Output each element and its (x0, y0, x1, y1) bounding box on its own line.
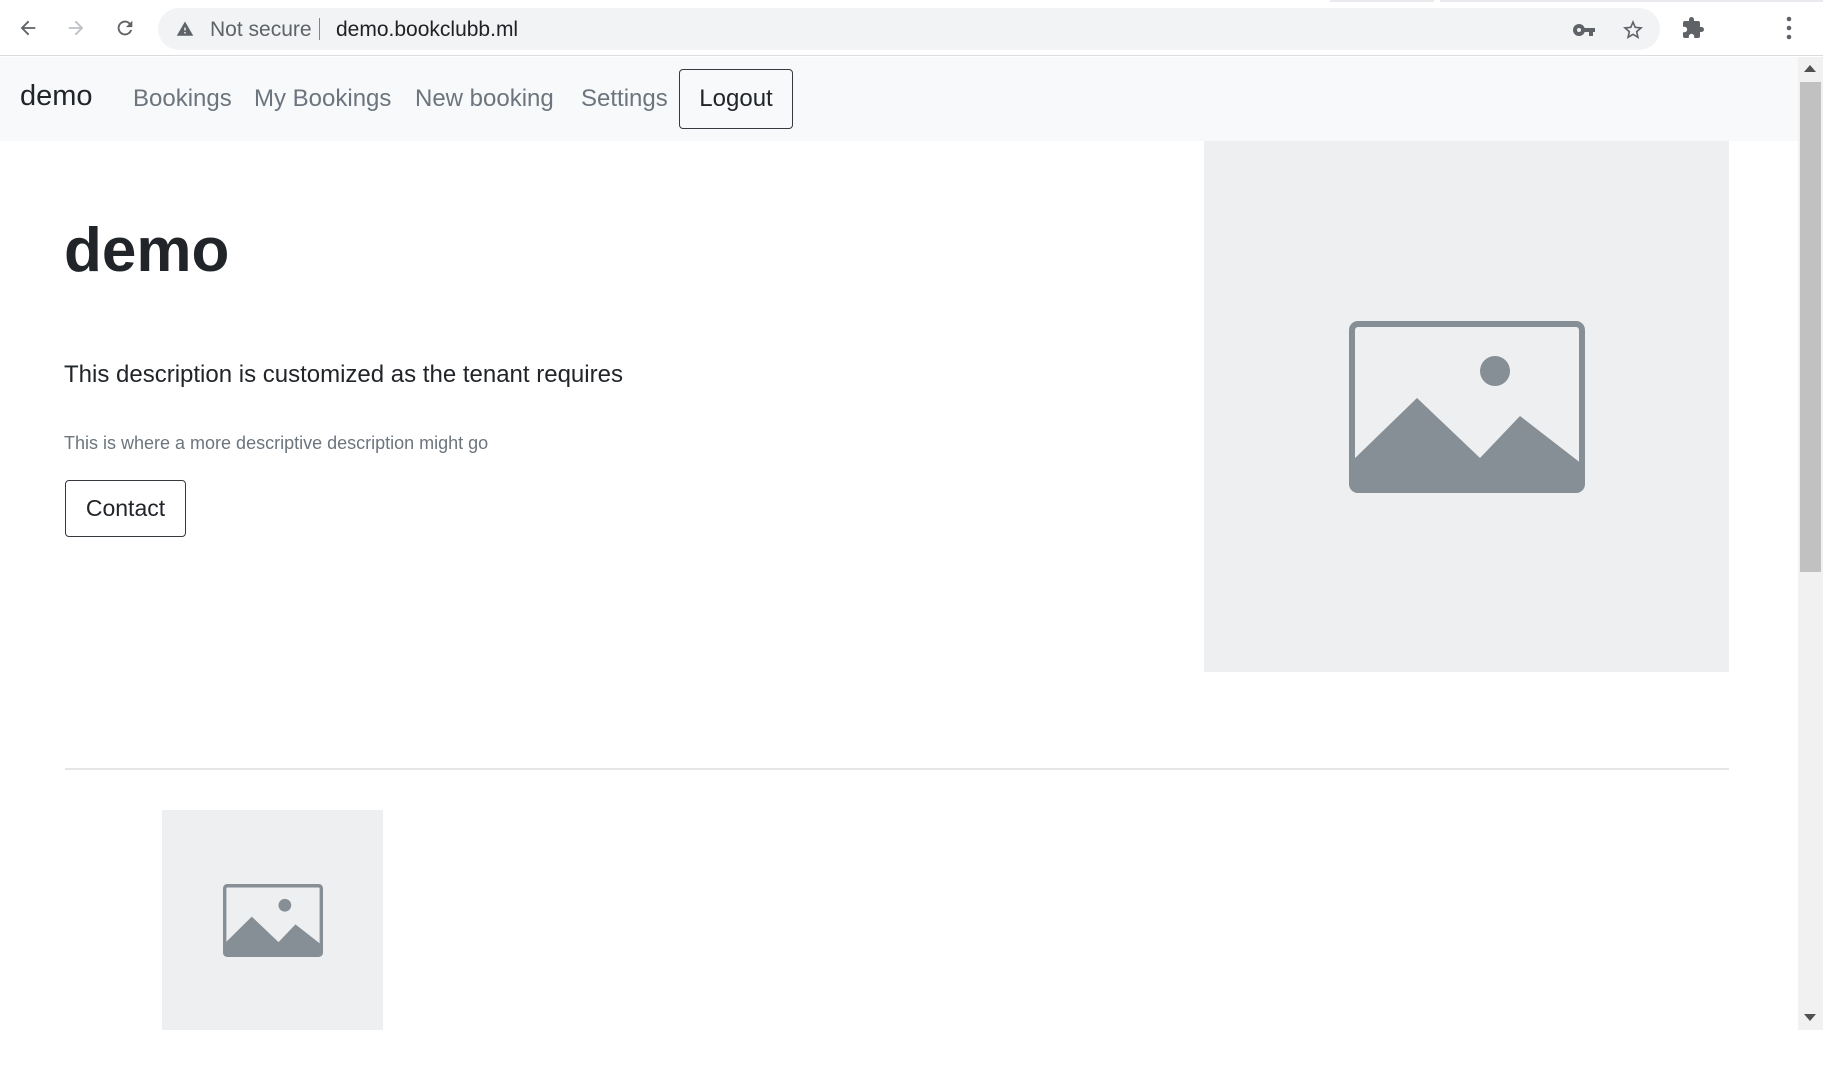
forward-icon[interactable] (58, 10, 94, 46)
extensions-icon[interactable] (1681, 16, 1705, 40)
star-icon[interactable] (1621, 18, 1645, 42)
address-separator (319, 18, 320, 40)
navbar-brand[interactable]: demo (20, 80, 93, 113)
key-icon[interactable] (1572, 18, 1596, 42)
nav-link-new-booking[interactable]: New booking (415, 85, 554, 113)
description-text: This is where a more descriptive descrip… (64, 433, 489, 453)
back-icon[interactable] (10, 10, 46, 46)
logout-button[interactable]: Logout (679, 69, 793, 129)
kebab-menu-icon[interactable] (1779, 14, 1799, 42)
image-icon (1348, 320, 1585, 493)
lead-text: This description is customized as the te… (64, 361, 623, 388)
url-text[interactable]: demo.bookclubb.ml (336, 18, 518, 42)
tab-strip (1330, 0, 1434, 2)
tab-strip (1440, 0, 1823, 2)
scrollbar-thumb[interactable] (1800, 82, 1821, 572)
contact-button[interactable]: Contact (65, 480, 186, 537)
section-divider (65, 768, 1729, 770)
hero-image-placeholder (1204, 141, 1729, 672)
scroll-down-arrow-icon[interactable] (1804, 1014, 1816, 1021)
reload-icon[interactable] (107, 10, 143, 46)
scroll-up-arrow-icon[interactable] (1804, 65, 1816, 72)
nav-link-bookings[interactable]: Bookings (133, 85, 232, 113)
site-navbar: demo Bookings My Bookings New booking Se… (0, 57, 1798, 141)
security-label[interactable]: Not secure (210, 18, 312, 42)
page-title: demo (64, 216, 230, 285)
image-icon (222, 883, 323, 957)
browser-toolbar: Not secure demo.bookclubb.ml (0, 0, 1823, 56)
nav-link-my-bookings[interactable]: My Bookings (254, 85, 391, 113)
address-bar[interactable]: Not secure demo.bookclubb.ml (158, 8, 1660, 50)
warning-icon[interactable] (176, 20, 194, 38)
thumbnail-image-placeholder (162, 810, 383, 1030)
nav-link-settings[interactable]: Settings (581, 85, 668, 113)
